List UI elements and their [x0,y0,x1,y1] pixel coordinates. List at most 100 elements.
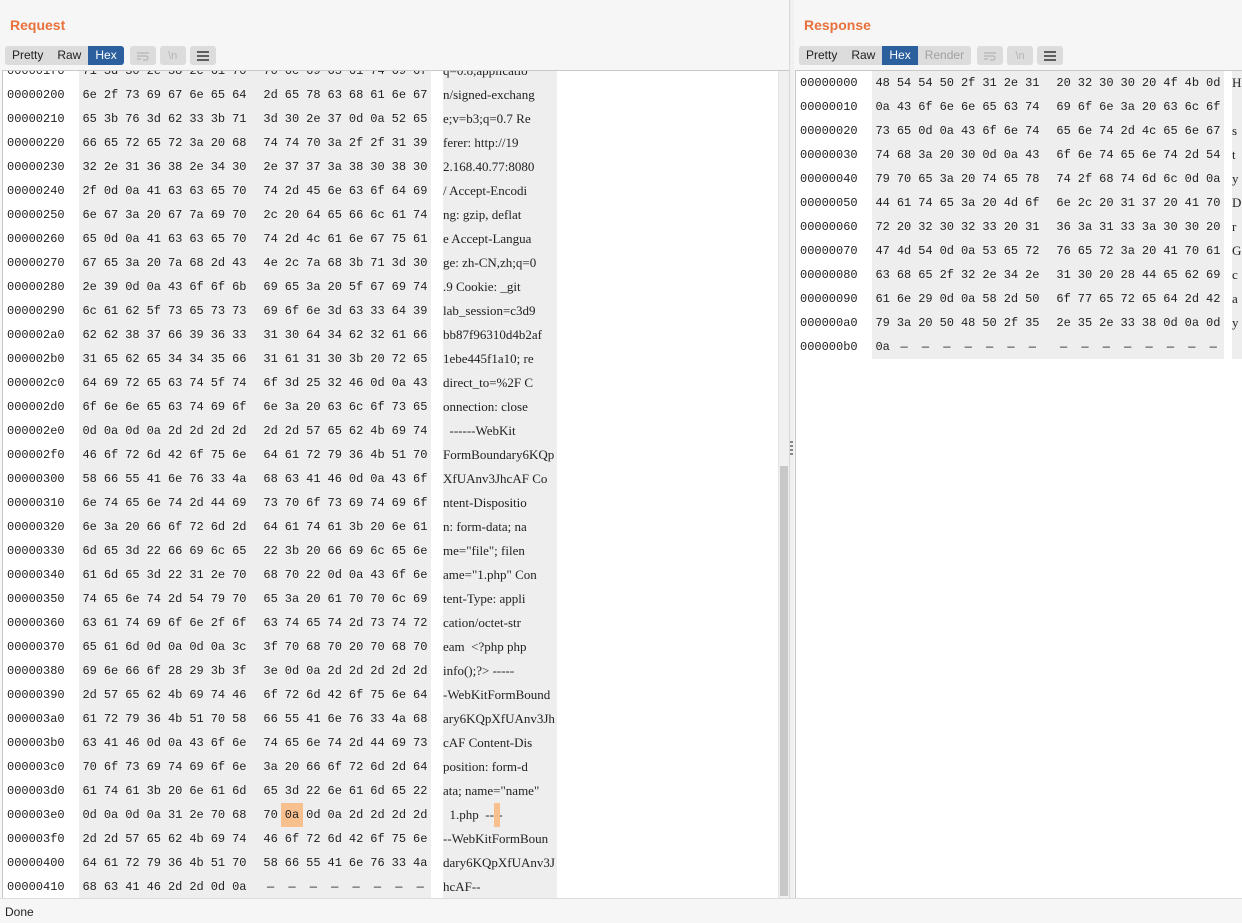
hex-byte[interactable]: 3f [229,659,250,683]
hex-byte[interactable]: 3d [100,71,121,83]
response-tab-pretty[interactable]: Pretty [799,46,845,65]
hex-byte[interactable]: 6f [260,371,281,395]
hex-byte[interactable]: 70 [324,635,345,659]
hex-byte[interactable]: 70 [893,167,914,191]
hex-byte[interactable]: 2d [1117,119,1138,143]
hex-bytes[interactable]: 61 72 79 36 4b 51 70 58 66 55 41 6e 76 33 4a 68 [79,707,431,731]
hex-byte[interactable]: 38 [1138,311,1159,335]
hex-byte[interactable]: 63 [281,467,302,491]
hex-byte[interactable]: 30 [281,323,302,347]
hex-byte[interactable]: 37 [143,323,164,347]
hex-byte[interactable]: 6e [229,755,250,779]
hex-byte[interactable]: — [388,875,409,898]
hex-byte[interactable]: 39 [100,275,121,299]
hex-byte[interactable]: 68 [324,251,345,275]
hex-byte[interactable]: 29 [915,287,936,311]
hex-byte[interactable]: 3a [281,587,302,611]
hex-byte[interactable]: 54 [915,71,936,95]
hex-byte[interactable]: 68 [388,635,409,659]
hex-byte[interactable]: 0d [979,143,1000,167]
hex-byte[interactable]: 68 [1096,167,1117,191]
hex-ascii[interactable]: tent-Type: appli [443,587,557,611]
hex-byte[interactable]: 65 [1074,239,1095,263]
hex-byte[interactable]: 6e [100,395,121,419]
hex-byte[interactable]: 6b [229,275,250,299]
hex-byte[interactable]: 78 [1022,167,1043,191]
hex-byte[interactable]: 62 [165,107,186,131]
hex-byte[interactable]: 6d [122,635,143,659]
hex-byte[interactable]: 61 [79,707,100,731]
hex-byte[interactable]: 2d [207,251,228,275]
hex-byte[interactable]: 2d [186,491,207,515]
hex-byte[interactable]: 2d [260,83,281,107]
hex-byte[interactable]: 63 [872,263,893,287]
hex-byte[interactable]: 63 [165,227,186,251]
hex-byte[interactable]: 2e [79,275,100,299]
hex-byte[interactable]: 4f [1160,71,1181,95]
hex-bytes[interactable]: 48 54 54 50 2f 31 2e 31 20 32 30 30 20 4f 4b 0d [872,71,1224,95]
hex-byte[interactable]: 70 [281,635,302,659]
hex-byte[interactable]: 6f [281,299,302,323]
hex-byte[interactable]: 28 [165,659,186,683]
hex-byte[interactable]: 38 [345,155,366,179]
hex-ascii[interactable] [1232,95,1242,119]
hex-byte[interactable]: 74 [143,587,164,611]
hex-byte[interactable]: 61 [324,515,345,539]
hex-bytes[interactable]: 6e 74 65 6e 74 2d 44 69 73 70 6f 73 69 74 69 6f [79,491,431,515]
hex-byte[interactable]: 3e [260,659,281,683]
hex-byte[interactable]: 7a [303,251,324,275]
hex-bytes[interactable]: 61 6e 29 0d 0a 58 2d 50 6f 77 65 72 65 64 2d 42 [872,287,1224,311]
hex-byte[interactable]: 0d [1181,167,1202,191]
hex-byte[interactable]: 6e [303,731,324,755]
hex-byte[interactable]: 74 [165,491,186,515]
hex-byte[interactable]: 6d [143,443,164,467]
hex-byte[interactable]: 68 [303,635,324,659]
hex-byte[interactable]: 73 [324,491,345,515]
hex-byte[interactable]: 5f [345,275,366,299]
hex-byte[interactable]: 61 [100,635,121,659]
hex-byte[interactable]: 65 [79,635,100,659]
hex-byte[interactable]: 55 [122,467,143,491]
hex-ascii[interactable]: direct_to=%2F C [443,371,557,395]
hex-byte[interactable]: 6f [165,515,186,539]
hex-ascii[interactable]: y [1232,311,1242,335]
hex-byte[interactable]: 2d [367,659,388,683]
hex-byte[interactable]: 32 [79,155,100,179]
hex-byte[interactable]: 6e [122,395,143,419]
hex-byte[interactable]: — [345,875,366,898]
hex-byte[interactable]: 41 [303,707,324,731]
hex-byte[interactable]: 70 [207,803,228,827]
hex-byte[interactable]: 6c [281,71,302,83]
hex-byte[interactable]: 69 [388,731,409,755]
hex-byte[interactable]: 0a [229,875,250,898]
hex-byte[interactable]: 0d [367,371,388,395]
hex-byte[interactable]: 68 [410,707,431,731]
hex-byte[interactable]: 30 [958,143,979,167]
hex-byte[interactable]: 32 [1074,71,1095,95]
hex-byte[interactable]: 61 [367,83,388,107]
hex-byte[interactable]: 66 [281,851,302,875]
hex-byte[interactable]: 2d [165,587,186,611]
hex-byte[interactable]: 61 [207,71,228,83]
hex-byte[interactable]: 6c [388,587,409,611]
hex-byte[interactable]: 6d [324,827,345,851]
hex-byte[interactable]: 70 [229,563,250,587]
hex-ascii[interactable]: ntent-Dispositio [443,491,557,515]
hex-bytes[interactable]: 0d 0a 0d 0a 2d 2d 2d 2d 2d 2d 57 65 62 4b 69 74 [79,419,431,443]
hex-ascii[interactable]: info();?> ----- [443,659,557,683]
hex-byte[interactable]: 63 [324,395,345,419]
hex-byte[interactable]: 35 [1022,311,1043,335]
hex-byte[interactable]: 65 [281,83,302,107]
hex-byte[interactable]: 4e [260,251,281,275]
hex-byte[interactable]: 0d [936,287,957,311]
hex-byte[interactable]: 34 [165,347,186,371]
hex-byte[interactable]: 41 [143,467,164,491]
hex-byte[interactable]: 65 [207,227,228,251]
hex-byte[interactable]: 64 [79,371,100,395]
hex-byte[interactable]: 33 [979,215,1000,239]
hex-byte[interactable]: 6e [1000,119,1021,143]
hex-byte[interactable]: 69 [388,275,409,299]
hex-byte[interactable]: 72 [122,131,143,155]
hex-byte[interactable]: 3a [1117,95,1138,119]
hex-byte[interactable]: 4b [186,827,207,851]
